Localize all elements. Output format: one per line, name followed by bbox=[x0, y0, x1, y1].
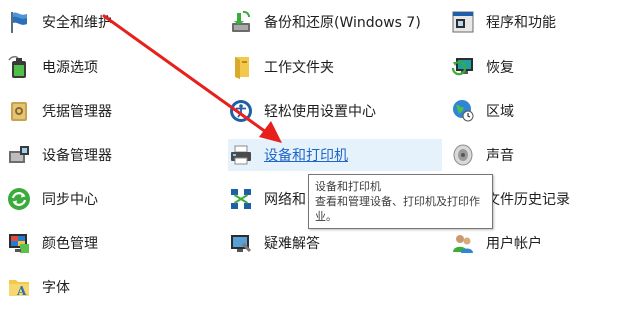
backup-icon bbox=[232, 10, 250, 32]
item-label: 设备和打印机 bbox=[264, 148, 348, 164]
item-label: 程序和功能 bbox=[486, 15, 556, 31]
battery-icon bbox=[8, 55, 26, 78]
sync-icon bbox=[8, 188, 30, 210]
item-label: 字体 bbox=[42, 280, 70, 296]
item-label: 网络和 bbox=[264, 192, 306, 208]
item-ease-of-access[interactable]: 轻松使用设置中心 bbox=[228, 95, 442, 127]
font-folder-icon: A bbox=[9, 280, 29, 298]
item-sound[interactable]: 声音 bbox=[450, 139, 618, 171]
item-troubleshooting[interactable]: 疑难解答 bbox=[228, 227, 442, 259]
tooltip: 设备和打印机 查看和管理设备、打印机及打印作业。 bbox=[308, 174, 493, 229]
item-security-maintenance[interactable]: 安全和维护 bbox=[6, 6, 206, 38]
flag-icon bbox=[11, 12, 27, 33]
printer-icon bbox=[231, 145, 251, 165]
speaker-icon bbox=[453, 144, 473, 166]
item-sync-center[interactable]: 同步中心 bbox=[6, 183, 206, 215]
item-label: 颜色管理 bbox=[42, 236, 98, 252]
item-label: 电源选项 bbox=[42, 60, 98, 76]
item-label: 恢复 bbox=[486, 60, 514, 76]
item-label: 同步中心 bbox=[42, 192, 98, 208]
item-fonts[interactable]: A 字体 bbox=[6, 271, 206, 303]
color-management-icon bbox=[9, 234, 29, 253]
item-label: 安全和维护 bbox=[42, 15, 112, 31]
item-devices-printers[interactable]: 设备和打印机 bbox=[228, 139, 442, 171]
user-accounts-icon bbox=[453, 235, 473, 253]
item-label: 凭据管理器 bbox=[42, 104, 112, 120]
region-globe-icon bbox=[453, 100, 474, 122]
programs-icon bbox=[452, 11, 474, 33]
item-credential-manager[interactable]: 凭据管理器 bbox=[6, 95, 206, 127]
item-recovery[interactable]: 恢复 bbox=[450, 51, 618, 83]
item-label: 区域 bbox=[486, 104, 514, 120]
item-label: 备份和还原(Windows 7) bbox=[264, 15, 421, 31]
item-backup-restore[interactable]: 备份和还原(Windows 7) bbox=[228, 6, 442, 38]
item-device-manager[interactable]: 设备管理器 bbox=[6, 139, 206, 171]
item-label: 用户帐户 bbox=[486, 236, 542, 252]
item-label: 声音 bbox=[486, 148, 514, 164]
ease-of-access-icon bbox=[230, 100, 252, 122]
recovery-icon bbox=[451, 58, 473, 76]
troubleshoot-icon bbox=[231, 235, 252, 253]
item-region[interactable]: 区域 bbox=[450, 95, 618, 127]
item-label: 疑难解答 bbox=[264, 236, 320, 252]
tooltip-description: 查看和管理设备、打印机及打印作业。 bbox=[315, 195, 480, 223]
svg-text:A: A bbox=[16, 284, 27, 298]
network-icon bbox=[231, 189, 251, 209]
item-label: 设备管理器 bbox=[42, 148, 112, 164]
item-label: 轻松使用设置中心 bbox=[264, 104, 376, 120]
item-power-options[interactable]: 电源选项 bbox=[6, 51, 206, 83]
credential-vault-icon bbox=[11, 102, 27, 121]
control-panel-all-items: 安全和维护 电源选项 凭据管理器 设备管理器 同步中心 颜色管理 A 字体 备份… bbox=[0, 0, 620, 309]
item-color-management[interactable]: 颜色管理 bbox=[6, 227, 206, 259]
item-user-accounts[interactable]: 用户帐户 bbox=[450, 227, 618, 259]
item-work-folders[interactable]: 工作文件夹 bbox=[228, 51, 442, 83]
device-manager-icon bbox=[9, 146, 29, 163]
work-folder-icon bbox=[235, 57, 249, 79]
item-label: 工作文件夹 bbox=[264, 60, 334, 76]
item-programs-features[interactable]: 程序和功能 bbox=[450, 6, 618, 38]
tooltip-title: 设备和打印机 bbox=[315, 180, 381, 193]
item-label: 文件历史记录 bbox=[486, 192, 570, 208]
